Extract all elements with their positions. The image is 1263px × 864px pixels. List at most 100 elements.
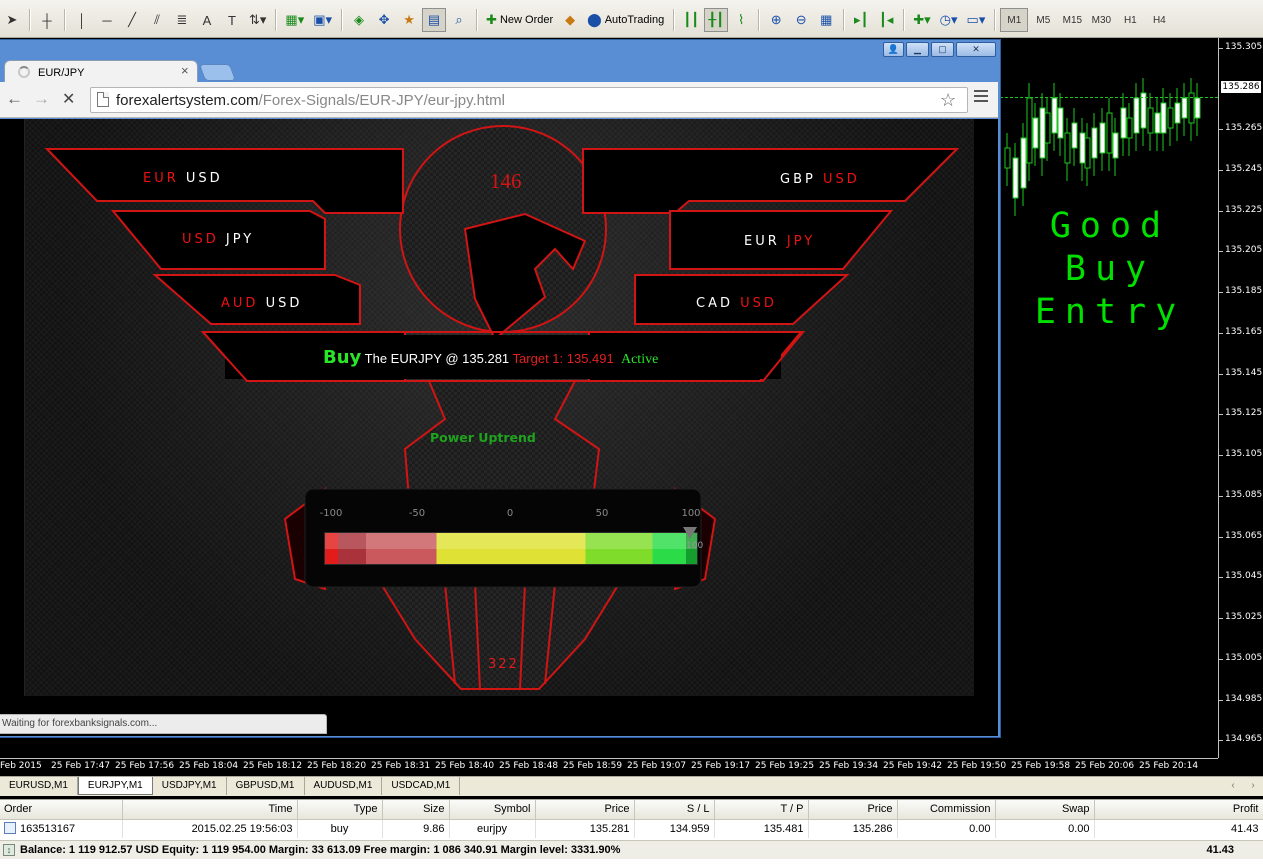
fibonacci-icon[interactable]: ≣: [170, 8, 194, 32]
column-header[interactable]: Price: [808, 800, 898, 820]
pair-right-3: CAD USD: [696, 296, 777, 311]
column-header[interactable]: T / P: [714, 800, 809, 820]
strength-meter-bar: [324, 532, 698, 565]
price-tick-label: 135.265: [1225, 123, 1263, 133]
order-icon: [4, 822, 16, 835]
url-input[interactable]: forexalertsystem.com/Forex-Signals/EUR-J…: [90, 87, 968, 113]
time-axis: Feb 2015 25 Feb 17:47 25 Feb 17:56 25 Feb 1…: [0, 758, 1218, 776]
maximize-button[interactable]: ▢: [931, 42, 954, 57]
table-cell: 0.00: [995, 819, 1095, 838]
chart-shift-icon[interactable]: ┃◂: [874, 8, 898, 32]
arrows-icon[interactable]: ⇅▾: [245, 8, 270, 32]
table-cell: 2015.02.25 19:56:03: [122, 819, 298, 838]
alert-line-1: Good: [1049, 206, 1171, 246]
toolbar-separator: [275, 9, 278, 31]
horizontal-line-icon[interactable]: ─: [95, 8, 119, 32]
text-label-icon[interactable]: T: [220, 8, 244, 32]
zoom-out-icon[interactable]: ⊖: [789, 8, 813, 32]
column-header[interactable]: Commission: [897, 800, 996, 820]
tile-windows-icon[interactable]: ▦: [814, 8, 838, 32]
data-window-icon[interactable]: ✥: [372, 8, 396, 32]
templates-icon[interactable]: ▭▾: [963, 8, 990, 32]
table-row[interactable]: 163513167 2015.02.25 19:56:03 buy 9.86 eurjp…: [0, 819, 1263, 838]
candlestick-series: [1004, 78, 1201, 216]
column-header[interactable]: Time: [122, 800, 298, 820]
timeframe-m15-button[interactable]: M15: [1058, 8, 1086, 32]
timeframe-h1-button[interactable]: H1: [1116, 8, 1144, 32]
browser-menu-icon[interactable]: [974, 90, 988, 105]
table-cell: eurjpy: [449, 819, 536, 838]
candle-body: [1026, 97, 1033, 164]
channel-icon[interactable]: ⫽: [145, 8, 169, 32]
back-icon[interactable]: ←: [6, 89, 23, 109]
tab-scroll-left-icon[interactable]: ‹: [1231, 777, 1234, 796]
pair-left-3-quote: USD: [265, 296, 303, 311]
column-header[interactable]: Price: [535, 800, 635, 820]
line-chart-icon[interactable]: ⌇: [729, 8, 753, 32]
candlestick-icon[interactable]: ╂┃: [704, 8, 729, 32]
close-window-button[interactable]: ✕: [956, 42, 996, 57]
chart-tab-usdjpy[interactable]: USDJPY,M1: [153, 777, 227, 795]
column-header[interactable]: Swap: [995, 800, 1095, 820]
chart-tab-usdcad[interactable]: USDCAD,M1: [382, 777, 461, 795]
price-tick-mark: [1219, 373, 1223, 375]
tab-scroll-right-icon[interactable]: ›: [1251, 777, 1254, 796]
price-tick-mark: [1219, 577, 1223, 579]
autotrading-button[interactable]: ⬤ AutoTrading: [583, 8, 668, 32]
terminal-icon[interactable]: ▤: [422, 8, 447, 32]
minimize-button[interactable]: ▁: [906, 42, 929, 57]
profile-icon[interactable]: 👤: [883, 42, 904, 57]
vertical-line-icon[interactable]: │: [70, 8, 94, 32]
strategy-tester-icon[interactable]: ⌕: [447, 8, 471, 32]
column-header[interactable]: Size: [382, 800, 450, 820]
price-chart[interactable]: [1000, 38, 1218, 758]
tab-close-icon[interactable]: ×: [181, 63, 189, 78]
indicators-icon[interactable]: ✚▾: [909, 8, 934, 32]
time-tick-label: 25 Feb 18:40: [435, 761, 495, 771]
time-tick-label: 25 Feb 19:50: [947, 761, 1007, 771]
text-icon[interactable]: A: [195, 8, 219, 32]
pair-right-1-quote: USD: [822, 172, 860, 187]
timeframe-h4-button[interactable]: H4: [1145, 8, 1173, 32]
timeframe-m1-button[interactable]: M1: [1000, 8, 1029, 32]
chart-tab-audusd[interactable]: AUDUSD,M1: [305, 777, 383, 795]
timeframe-m30-button[interactable]: M30: [1087, 8, 1115, 32]
column-header[interactable]: Symbol: [449, 800, 536, 820]
new-chart-icon[interactable]: ▦▾: [281, 8, 308, 32]
chart-tab-eurjpy[interactable]: EURJPY,M1: [77, 777, 153, 795]
chart-tab-gbpusd[interactable]: GBPUSD,M1: [227, 777, 305, 795]
column-header[interactable]: Profit: [1094, 800, 1263, 820]
price-tick-mark: [1219, 618, 1223, 619]
column-header[interactable]: Order: [0, 800, 123, 820]
navigator-icon[interactable]: ★: [397, 8, 421, 32]
toolbar-separator: [673, 9, 676, 31]
crosshair-icon[interactable]: ┼: [35, 8, 59, 32]
new-tab-button[interactable]: [198, 64, 237, 81]
periods-icon[interactable]: ◷▾: [936, 8, 962, 32]
time-tick-label: 25 Feb 19:07: [627, 761, 687, 771]
tab-scroll-arrows[interactable]: ‹ ›: [1223, 777, 1263, 796]
bookmark-star-icon[interactable]: ☆: [940, 90, 956, 111]
browser-tab[interactable]: EUR/JPY ×: [4, 60, 198, 84]
new-order-button[interactable]: ✚ New Order: [482, 8, 557, 32]
price-tick-label: 134.985: [1225, 693, 1263, 704]
pair-right-2-base: EUR: [744, 234, 780, 249]
bar-chart-icon[interactable]: ┃┃: [679, 8, 703, 32]
stop-loading-icon[interactable]: ✕: [62, 89, 75, 109]
forward-icon[interactable]: →: [33, 89, 50, 109]
column-header[interactable]: Type: [297, 800, 383, 820]
timeframe-m5-button[interactable]: M5: [1029, 8, 1057, 32]
zoom-in-icon[interactable]: ⊕: [764, 8, 788, 32]
page-viewport: 146 EUR USD USD JPY AUD USD GBP USD EUR …: [0, 119, 998, 736]
candle-body: [1039, 107, 1046, 159]
market-watch-icon[interactable]: ◈: [347, 8, 371, 32]
profiles-icon[interactable]: ▣▾: [309, 8, 336, 32]
column-header[interactable]: S / L: [634, 800, 715, 820]
chart-tab-eurusd[interactable]: EURUSD,M1: [0, 777, 78, 795]
metaeditor-icon[interactable]: ◆: [558, 8, 582, 32]
trendline-icon[interactable]: ╱: [120, 8, 144, 32]
cursor-icon[interactable]: ➤: [0, 8, 24, 32]
time-tick-label: 25 Feb 19:17: [691, 761, 751, 771]
autoscroll-icon[interactable]: ▸┃: [849, 8, 873, 32]
signal-panel: 146 EUR USD USD JPY AUD USD GBP USD EUR …: [24, 119, 974, 696]
